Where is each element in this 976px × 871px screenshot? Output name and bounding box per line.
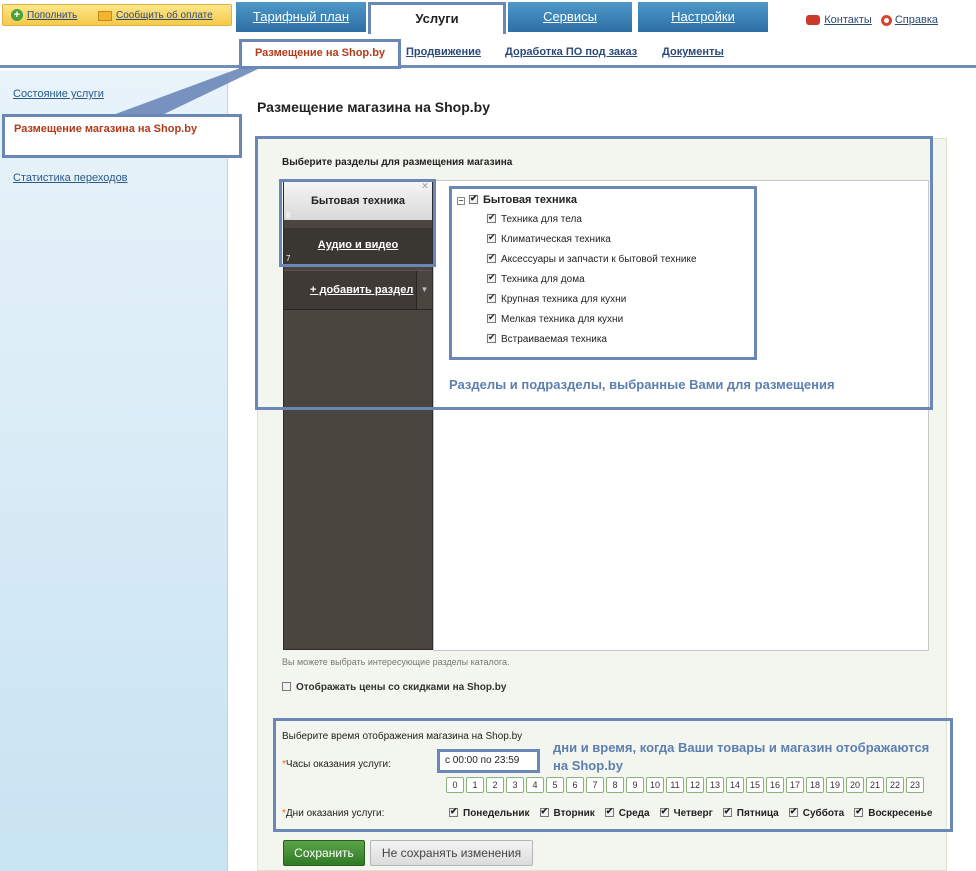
checkbox[interactable] [788, 806, 798, 817]
checkbox[interactable] [659, 806, 669, 817]
checkbox[interactable] [604, 806, 614, 817]
checkbox[interactable] [722, 806, 732, 817]
hour-option[interactable]: 2 [486, 777, 504, 793]
hour-option[interactable]: 21 [866, 777, 884, 793]
day-label: Вторник [553, 808, 595, 819]
day-option[interactable]: Воскресенье [854, 806, 933, 819]
annotation-box-tabs [279, 179, 436, 267]
hour-option[interactable]: 18 [806, 777, 824, 793]
hour-option[interactable]: 23 [906, 777, 924, 793]
day-label: Воскресенье [868, 808, 933, 819]
day-option[interactable]: Пятница [722, 806, 779, 819]
hour-option[interactable]: 15 [746, 777, 764, 793]
hour-option[interactable]: 13 [706, 777, 724, 793]
hour-option[interactable]: 6 [566, 777, 584, 793]
checkbox[interactable] [854, 806, 864, 817]
hour-option[interactable]: 4 [526, 777, 544, 793]
hour-selector: 0 1 2 3 4 5 6 7 8 9 10 11 12 13 14 15 16 17 18 19 20 21 22 23 [446, 777, 924, 793]
discount-option[interactable]: Отображать цены со скидками на Shop.by [282, 682, 506, 693]
hour-option[interactable]: 0 [446, 777, 464, 793]
discount-label: Отображать цены со скидками на Shop.by [296, 682, 507, 693]
day-option[interactable]: Суббота [788, 806, 845, 819]
day-selector: Понедельник Вторник Среда Четверг Пятница Суб… [449, 806, 942, 819]
checkbox[interactable] [282, 682, 291, 691]
hour-option[interactable]: 22 [886, 777, 904, 793]
checkbox[interactable] [449, 806, 458, 817]
day-label: Суббота [802, 808, 845, 819]
hours-label: *Часы оказания услуги: [282, 759, 391, 770]
day-label: Четверг [673, 808, 713, 819]
hour-option[interactable]: 20 [846, 777, 864, 793]
cancel-button[interactable]: Не сохранять изменения [370, 840, 533, 866]
page-title: Размещение магазина на Shop.by [257, 99, 490, 115]
day-option[interactable]: Четверг [659, 806, 713, 819]
hour-option[interactable]: 10 [646, 777, 664, 793]
day-label: Пятница [736, 808, 779, 819]
hour-option[interactable]: 16 [766, 777, 784, 793]
hour-option[interactable]: 7 [586, 777, 604, 793]
hour-option[interactable]: 17 [786, 777, 804, 793]
day-option[interactable]: Вторник [539, 806, 595, 819]
day-label: Понедельник [463, 808, 530, 819]
save-button[interactable]: Сохранить [283, 840, 365, 866]
annotation-time: дни и время, когда Ваши товары и магазин… [553, 740, 930, 773]
day-option[interactable]: Понедельник [449, 806, 530, 819]
hours-value[interactable]: с 00:00 по 23:59 [437, 749, 540, 773]
day-option[interactable]: Среда [604, 806, 650, 819]
hour-option[interactable]: 11 [666, 777, 684, 793]
hour-option[interactable]: 5 [546, 777, 564, 793]
hint-text: Вы можете выбрать интересующие разделы к… [282, 657, 510, 667]
hour-option[interactable]: 14 [726, 777, 744, 793]
hour-option[interactable]: 3 [506, 777, 524, 793]
hour-option[interactable]: 9 [626, 777, 644, 793]
day-label: Среда [618, 808, 650, 819]
annotation-box-tree [449, 186, 757, 360]
checkbox[interactable] [539, 806, 549, 817]
hour-option[interactable]: 8 [606, 777, 624, 793]
time-section-label: Выберите время отображения магазина на S… [282, 731, 523, 742]
hour-option[interactable]: 1 [466, 777, 484, 793]
annotation-sections: Разделы и подразделы, выбранные Вами для… [449, 377, 835, 392]
hour-option[interactable]: 12 [686, 777, 704, 793]
days-label: *Дни оказания услуги: [282, 808, 385, 819]
hour-option[interactable]: 19 [826, 777, 844, 793]
